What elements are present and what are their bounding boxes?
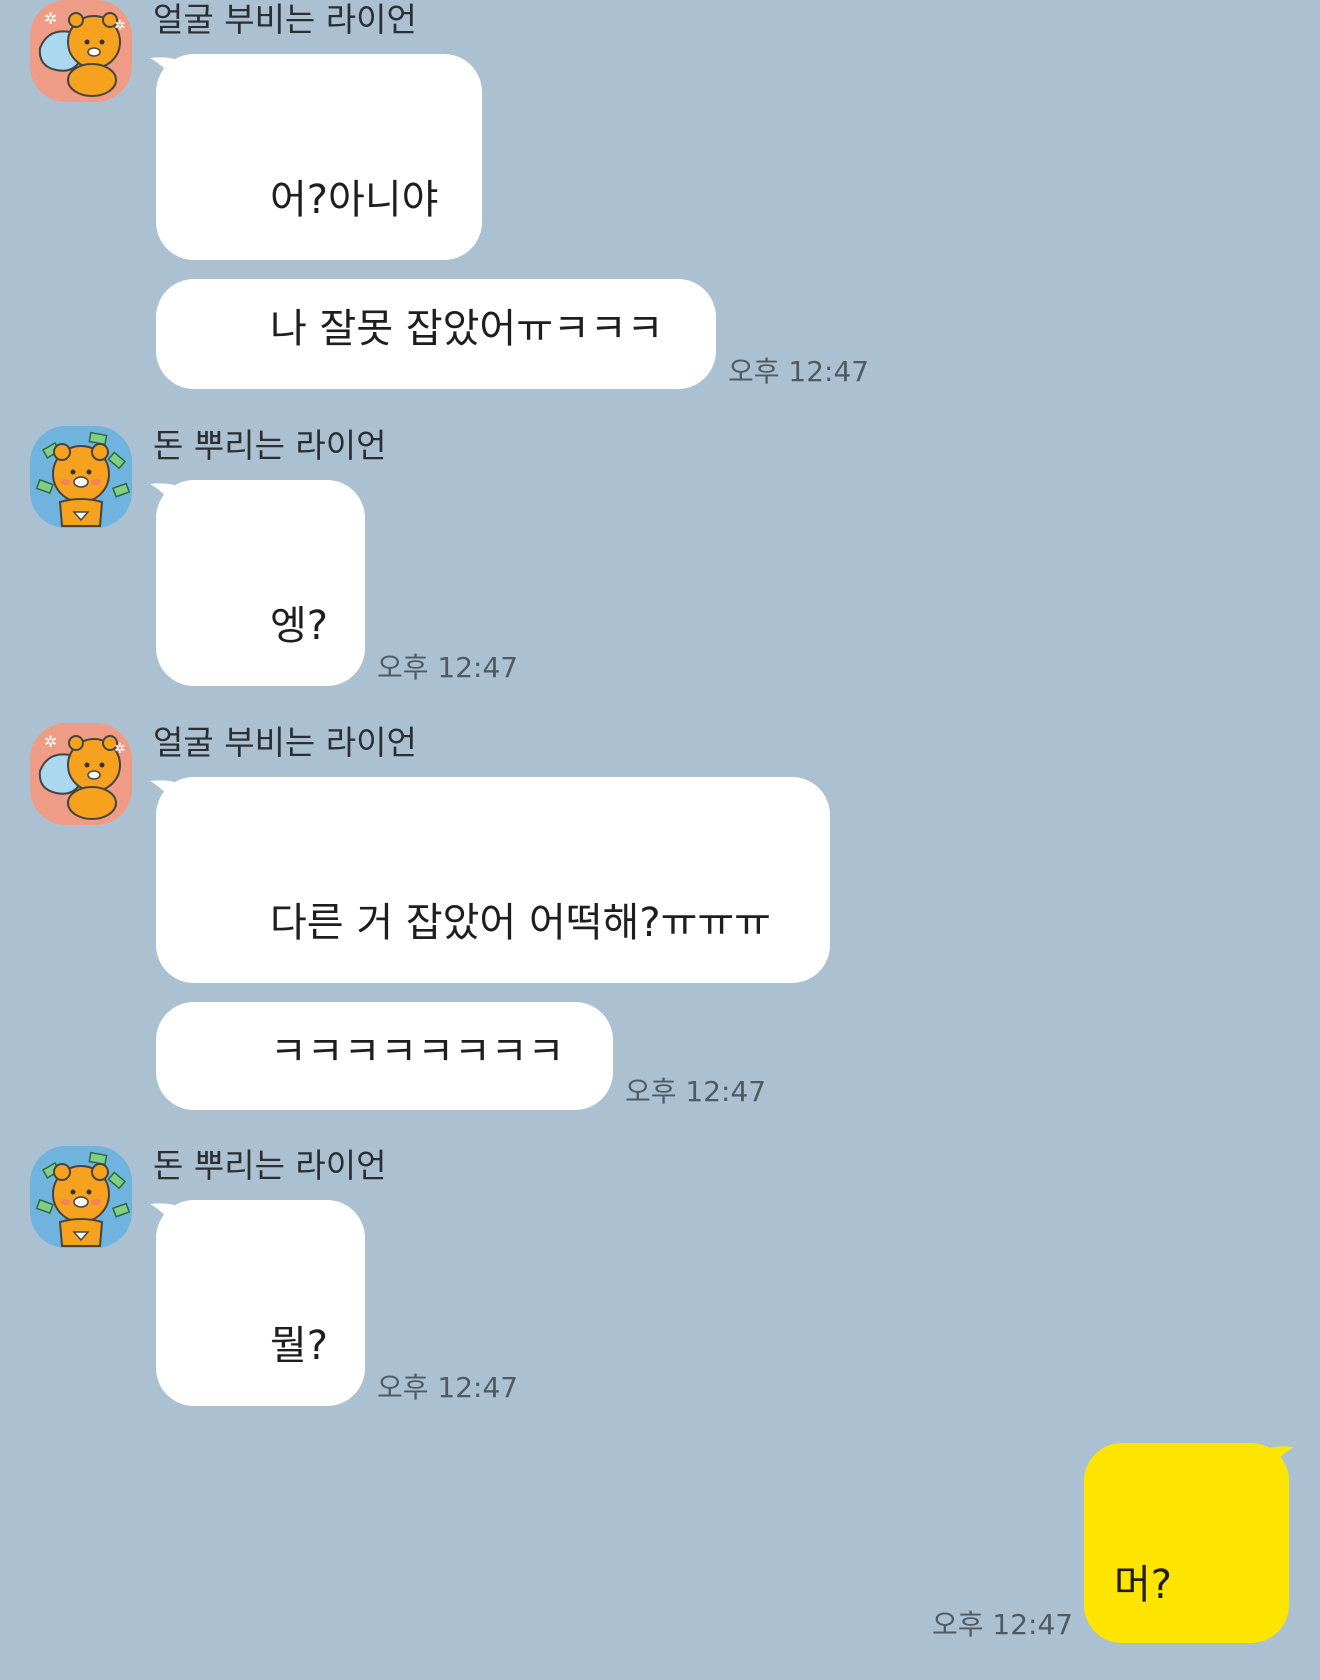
message-text: ㅋㅋㅋㅋㅋㅋㅋㅋ xyxy=(270,1029,565,1075)
message-text: 다른 거 잡았어 어떡해?ㅠㅠㅠ xyxy=(270,900,771,946)
message-bubble[interactable]: 엥? xyxy=(156,480,365,686)
sender-name: 돈 뿌리는 라이언 xyxy=(153,426,387,465)
message-bubble[interactable]: 어?아니야 xyxy=(156,54,482,260)
message-time: 오후 12:47 xyxy=(625,1075,767,1108)
ryan-money-avatar-icon[interactable] xyxy=(30,1146,132,1248)
my-message-bubble[interactable]: 머? xyxy=(1084,1443,1289,1643)
message-text: 머? xyxy=(1114,1562,1173,1608)
ryan-money-avatar-icon[interactable] xyxy=(30,426,132,528)
sender-name: 얼굴 부비는 라이언 xyxy=(153,0,417,39)
message-text: 뭘? xyxy=(270,1323,329,1369)
message-bubble[interactable]: 나 잘못 잡았어ㅠㅋㅋㅋ xyxy=(156,279,716,389)
message-time: 오후 12:47 xyxy=(728,355,870,388)
message-text: 엥? xyxy=(270,603,329,649)
ryan-pillow-avatar-icon[interactable] xyxy=(30,723,132,825)
message-text: 어?아니야 xyxy=(270,177,439,223)
bubble-tail xyxy=(1266,1446,1294,1477)
sender-name: 돈 뿌리는 라이언 xyxy=(153,1146,387,1185)
message-time: 오후 12:47 xyxy=(932,1608,1074,1641)
sender-name: 얼굴 부비는 라이언 xyxy=(153,723,417,762)
message-bubble[interactable]: 뭘? xyxy=(156,1200,365,1406)
message-time: 오후 12:47 xyxy=(377,651,519,684)
message-bubble[interactable]: ㅋㅋㅋㅋㅋㅋㅋㅋ xyxy=(156,1002,613,1110)
message-bubble[interactable]: 다른 거 잡았어 어떡해?ㅠㅠㅠ xyxy=(156,777,830,983)
message-time: 오후 12:47 xyxy=(377,1371,519,1404)
message-text: 나 잘못 잡았어ㅠㅋㅋㅋ xyxy=(270,306,664,352)
ryan-pillow-avatar-icon[interactable] xyxy=(30,0,132,102)
